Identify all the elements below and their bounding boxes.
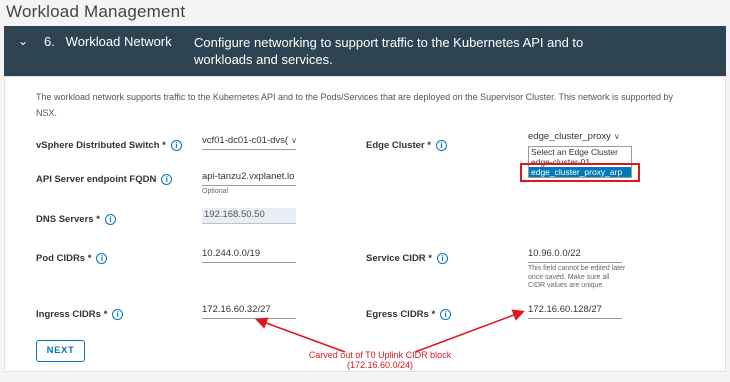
- annotation-line-1: Carved out of T0 Uplink CIDR block: [308, 350, 452, 360]
- annotation-line-2: (172.16.60.0/24): [346, 360, 414, 370]
- arrow-to-ingress: [255, 317, 346, 353]
- annotation-arrows: [255, 309, 525, 353]
- arrow-to-egress: [414, 309, 525, 353]
- annotation-text: Carved out of T0 Uplink CIDR block (172.…: [300, 350, 460, 370]
